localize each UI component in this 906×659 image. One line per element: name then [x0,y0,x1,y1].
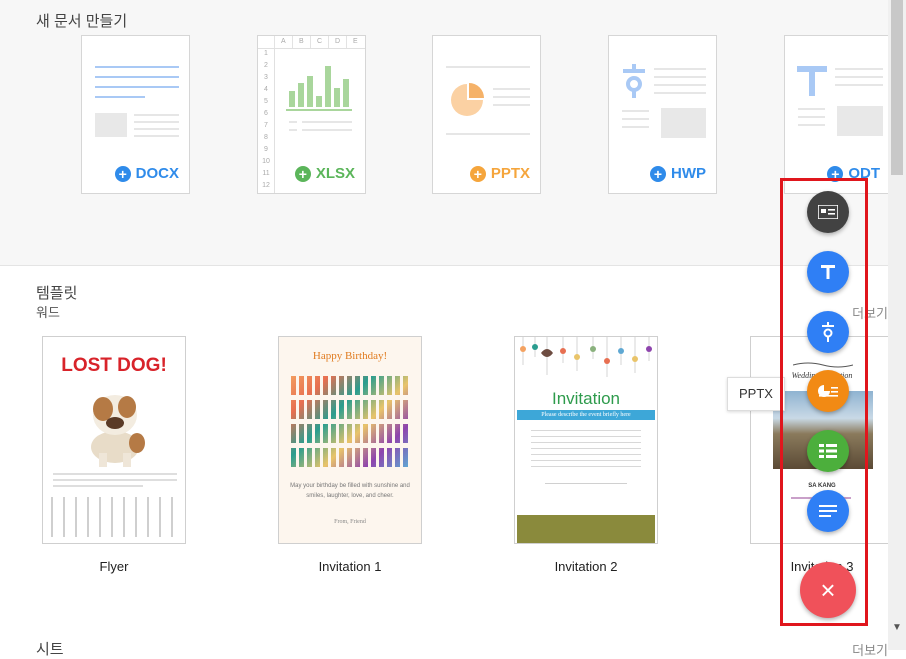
scrollbar-thumb[interactable] [891,0,903,175]
xlsx-row-header: 1 2 3 4 5 6 7 8 9 10 11 12 [258,48,275,193]
templates-title: 템플릿 [36,285,78,302]
inv2-banner: Please describe the event briefly here [517,410,655,420]
hwp-logo-icon [623,64,645,98]
highlight-box [780,178,868,626]
dog-image [91,395,145,467]
xlsx-label: + XLSX [294,165,355,182]
docx-label: + DOCX [114,165,179,182]
pptx-label: + PPTX [469,165,530,182]
inv1-headline: Happy Birthday! [312,350,388,362]
new-document-section: 새 문서 만들기 + DOCX A B C D E 1 2 3 4 5 6 7 … [0,0,888,266]
sheet-section-title: 시트 [36,641,64,658]
inv1-party-icons [291,371,409,467]
vertical-scrollbar[interactable] [888,0,906,650]
inv1-message: May your birthday be filled with sunshin… [290,483,410,499]
inv2-body-text [531,427,641,467]
pptx-tooltip: PPTX [727,377,785,411]
template-invitation2-thumbnail[interactable]: Invitation Please describe the event bri… [514,336,658,544]
pie-chart-icon [451,83,484,116]
template-invitation1-label: Invitation 1 [318,559,382,574]
inv2-footer-band [517,515,655,543]
new-docx-card[interactable]: + DOCX [81,35,190,194]
new-hwp-card[interactable]: + HWP [608,35,717,194]
plus-icon: + [114,165,131,182]
flyer-headline: LOST DOG! [61,355,167,376]
template-invitation2-label: Invitation 2 [554,559,618,574]
new-pptx-card[interactable]: + PPTX [432,35,541,194]
new-xlsx-card[interactable]: A B C D E 1 2 3 4 5 6 7 8 9 10 11 12 + X… [257,35,366,194]
new-odt-card[interactable]: + ODT [784,35,888,194]
templates-subtitle-word: 워드 [36,305,60,320]
scroll-down-arrow-icon[interactable]: ▼ [892,622,902,633]
plus-icon: + [650,165,666,182]
hanging-ornaments [520,337,652,377]
plus-icon: + [294,165,311,182]
flyer-tear-tabs [51,497,179,537]
inv1-from: From, Friend [334,519,366,525]
text-t-icon [797,66,827,96]
template-invitation1-thumbnail[interactable]: Happy Birthday! May your birthday be fil… [278,336,422,544]
new-document-title: 새 문서 만들기 [36,13,128,30]
inv2-headline: Invitation [551,389,621,408]
template-flyer-thumbnail[interactable]: LOST DOG! [42,336,186,544]
plus-icon: + [469,165,486,182]
template-flyer-label: Flyer [99,559,129,574]
hwp-label: + HWP [650,165,706,182]
